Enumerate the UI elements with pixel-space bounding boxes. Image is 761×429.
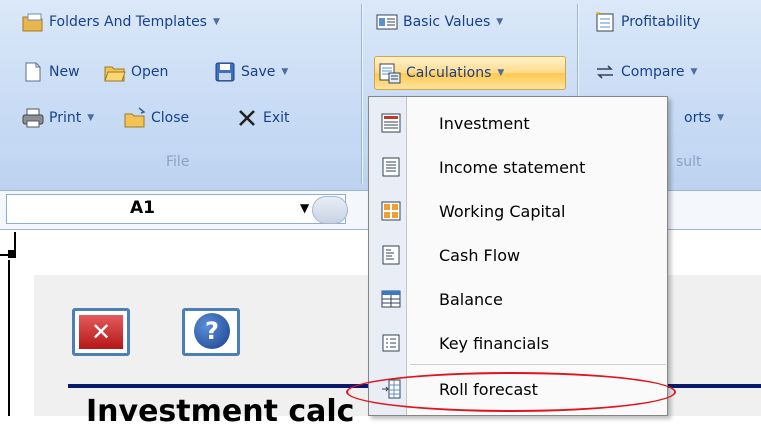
highlight-annotation-oval [346, 372, 676, 412]
menu-item-investment[interactable]: Investment [369, 102, 667, 146]
menu-item-label: Balance [439, 290, 503, 309]
save-icon [214, 61, 236, 83]
key-financials-icon [381, 333, 401, 353]
print-label: Print [49, 110, 82, 126]
calculations-label: Calculations [406, 65, 492, 81]
close-icon: ✕ [79, 315, 123, 349]
menu-item-label: Investment [439, 114, 530, 133]
menu-separator [410, 364, 666, 365]
calculations-icon [379, 62, 401, 84]
chevron-down-icon: ▼ [496, 17, 504, 27]
exit-button[interactable]: Exit [236, 104, 290, 132]
menu-item-cash-flow[interactable]: Cash Flow [369, 234, 667, 278]
folder-templates-icon [22, 11, 44, 33]
new-button[interactable]: New [22, 58, 80, 86]
save-button[interactable]: Save ▼ [214, 58, 288, 86]
print-button[interactable]: Print ▼ [22, 104, 94, 132]
fill-handle[interactable] [8, 250, 16, 258]
compare-label: Compare [621, 64, 685, 80]
basic-values-icon [376, 11, 398, 33]
sheet-title: Investment calc [86, 394, 355, 429]
column-border [8, 260, 10, 416]
compare-button[interactable]: Compare ▼ [594, 58, 697, 86]
menu-item-label: Key financials [439, 334, 550, 353]
name-box[interactable] [6, 194, 346, 224]
sheet-close-button[interactable]: ✕ [72, 308, 130, 356]
investment-icon [381, 113, 401, 133]
new-label: New [49, 64, 80, 80]
file-group-label: File [166, 154, 190, 170]
profitability-button[interactable]: Profitability [594, 8, 700, 36]
menu-item-balance[interactable]: Balance [369, 278, 667, 322]
new-document-icon [22, 61, 44, 83]
close-button[interactable]: Close [124, 104, 189, 132]
close-folder-icon [124, 107, 146, 129]
chevron-down-icon: ▼ [717, 113, 725, 123]
exit-x-icon [236, 107, 258, 129]
chevron-down-icon[interactable]: ▼ [300, 201, 309, 215]
reports-label: orts [684, 110, 712, 126]
exit-label: Exit [263, 110, 290, 126]
profitability-icon [594, 11, 616, 33]
formula-bar-resize-handle[interactable] [312, 196, 348, 224]
save-label: Save [241, 64, 276, 80]
chevron-down-icon: ▼ [497, 68, 505, 78]
printer-icon [22, 107, 44, 129]
basic-values-label: Basic Values [403, 14, 491, 30]
result-group-label: sult [676, 154, 702, 170]
balance-icon [381, 289, 401, 309]
reports-button[interactable]: orts ▼ [684, 104, 724, 132]
menu-item-label: Income statement [439, 158, 586, 177]
cash-flow-icon [381, 245, 401, 265]
profitability-label: Profitability [621, 14, 701, 30]
calculations-button[interactable]: Calculations ▼ [374, 56, 566, 90]
menu-item-working-capital[interactable]: Working Capital [369, 190, 667, 234]
sheet-help-button[interactable]: ? [182, 308, 240, 356]
menu-item-label: Cash Flow [439, 246, 521, 265]
chevron-down-icon: ▼ [212, 17, 220, 27]
income-statement-icon [381, 157, 401, 177]
close-label: Close [151, 110, 190, 126]
folders-and-templates-button[interactable]: Folders And Templates ▼ [22, 8, 220, 36]
name-box-value: A1 [130, 198, 155, 218]
menu-item-income-statement[interactable]: Income statement [369, 146, 667, 190]
basic-values-button[interactable]: Basic Values ▼ [376, 8, 503, 36]
chevron-down-icon: ▼ [281, 67, 289, 77]
open-folder-icon [104, 61, 126, 83]
chevron-down-icon: ▼ [690, 67, 698, 77]
folders-and-templates-label: Folders And Templates [49, 14, 207, 30]
group-separator [361, 4, 362, 184]
menu-item-key-financials[interactable]: Key financials [369, 322, 667, 366]
chevron-down-icon: ▼ [87, 113, 95, 123]
menu-item-label: Working Capital [439, 202, 566, 221]
compare-icon [594, 61, 616, 83]
open-label: Open [131, 64, 169, 80]
working-capital-icon [381, 201, 401, 221]
help-icon: ? [194, 313, 230, 349]
open-button[interactable]: Open [104, 58, 168, 86]
